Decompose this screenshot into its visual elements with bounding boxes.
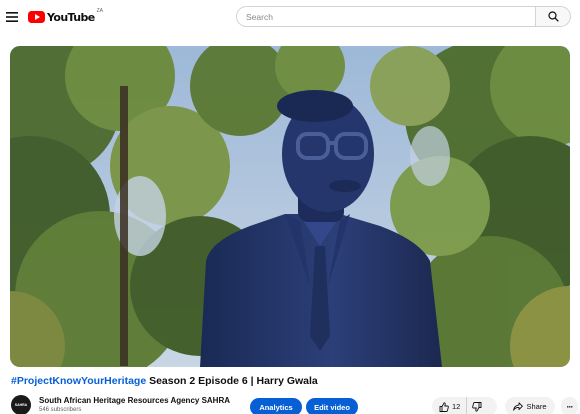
like-count: 12 bbox=[452, 402, 461, 411]
video-player[interactable] bbox=[10, 46, 570, 367]
video-frame bbox=[10, 46, 570, 367]
avatar-text: SAHRA bbox=[14, 403, 28, 407]
search-input[interactable] bbox=[236, 6, 535, 27]
youtube-logo-link[interactable]: YouTube ZA bbox=[28, 8, 103, 25]
channel-name-link[interactable]: South African Heritage Resources Agency … bbox=[39, 396, 230, 405]
share-label: Share bbox=[526, 402, 547, 411]
video-title: #ProjectKnowYourHeritage Season 2 Episod… bbox=[11, 375, 318, 387]
more-actions-button[interactable]: ··· bbox=[561, 397, 578, 414]
guide-menu-button[interactable] bbox=[2, 7, 22, 27]
search-icon bbox=[547, 11, 559, 22]
edit-video-button[interactable]: Edit video bbox=[306, 398, 358, 414]
like-button[interactable]: 12 bbox=[432, 397, 468, 414]
masthead: YouTube ZA bbox=[0, 0, 580, 34]
channel-avatar[interactable]: SAHRA bbox=[11, 395, 31, 414]
title-text: Season 2 Episode 6 | Harry Gwala bbox=[146, 375, 318, 387]
dislike-icon bbox=[472, 401, 482, 412]
youtube-logo-icon bbox=[28, 11, 45, 23]
share-icon bbox=[513, 402, 524, 411]
subscriber-count: 546 subscribers bbox=[39, 407, 82, 413]
logo-text: YouTube bbox=[47, 10, 95, 24]
more-icon: ··· bbox=[566, 401, 574, 412]
analytics-button[interactable]: Analytics bbox=[250, 398, 302, 414]
share-button[interactable]: Share bbox=[505, 397, 555, 414]
menu-icon bbox=[6, 12, 18, 22]
region-code: ZA bbox=[96, 8, 103, 14]
search-button[interactable] bbox=[535, 6, 571, 27]
dislike-button[interactable] bbox=[467, 397, 487, 414]
title-hashtag-link[interactable]: #ProjectKnowYourHeritage bbox=[11, 375, 146, 387]
like-dislike-group: 12 bbox=[432, 397, 497, 414]
like-icon bbox=[439, 401, 449, 412]
